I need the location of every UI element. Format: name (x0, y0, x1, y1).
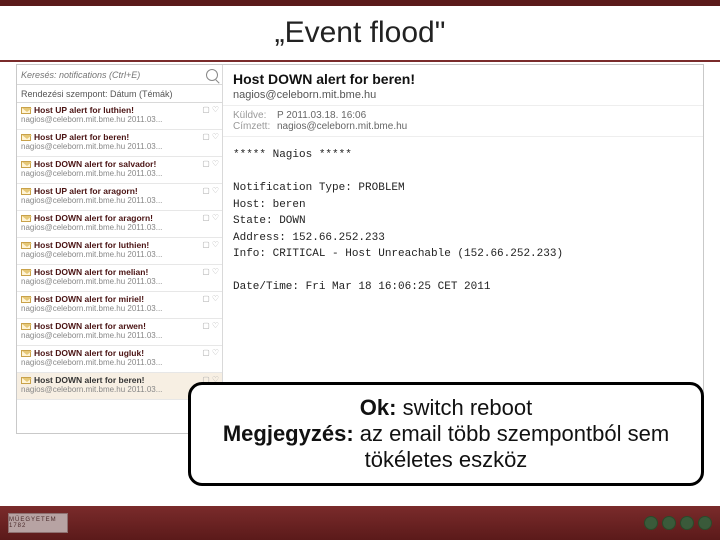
title-bar: „Event flood" (0, 6, 720, 62)
message-subject: Host DOWN alert for beren! (21, 375, 218, 385)
message-subject: Host UP alert for luthien! (21, 105, 218, 115)
message-item[interactable]: Host DOWN alert for miriel!nagios@celebo… (17, 292, 222, 319)
flag-icon[interactable]: ▢ (202, 240, 210, 249)
preview-from: nagios@celeborn.mit.bme.hu (233, 89, 693, 101)
category-icon[interactable]: ♡ (212, 186, 219, 195)
message-subject: Host DOWN alert for salvador! (21, 159, 218, 169)
category-icon[interactable]: ♡ (212, 348, 219, 357)
message-subject: Host DOWN alert for miriel! (21, 294, 218, 304)
flag-icon[interactable]: ▢ (202, 294, 210, 303)
message-item[interactable]: Host UP alert for beren!nagios@celeborn.… (17, 130, 222, 157)
message-from: nagios@celeborn.mit.bme.hu 2011.03... (21, 277, 218, 286)
reading-pane: Host DOWN alert for beren! nagios@celebo… (223, 65, 703, 433)
search-input[interactable] (21, 70, 203, 80)
category-icon[interactable]: ♡ (212, 321, 219, 330)
university-logo: MŰEGYETEM 1782 (8, 513, 68, 533)
footer-dot-icon (698, 516, 712, 530)
message-item[interactable]: Host DOWN alert for aragorn!nagios@celeb… (17, 211, 222, 238)
preview-body: ***** Nagios ***** Notification Type: PR… (223, 137, 703, 306)
message-from: nagios@celeborn.mit.bme.hu 2011.03... (21, 142, 218, 151)
message-subject: Host DOWN alert for luthien! (21, 240, 218, 250)
message-list: Host UP alert for luthien!nagios@celebor… (17, 103, 222, 433)
message-from: nagios@celeborn.mit.bme.hu 2011.03... (21, 250, 218, 259)
footer-dot-icon (662, 516, 676, 530)
to-label: Címzett: (233, 121, 277, 132)
envelope-icon (21, 323, 31, 330)
envelope-icon (21, 242, 31, 249)
message-item[interactable]: Host UP alert for luthien!nagios@celebor… (17, 103, 222, 130)
category-icon[interactable]: ♡ (212, 240, 219, 249)
message-subject: Host DOWN alert for aragorn! (21, 213, 218, 223)
search-row (17, 65, 222, 85)
category-icon[interactable]: ♡ (212, 294, 219, 303)
message-from: nagios@celeborn.mit.bme.hu 2011.03... (21, 304, 218, 313)
callout-line-1: Ok: switch reboot (205, 395, 687, 421)
envelope-icon (21, 269, 31, 276)
envelope-icon (21, 377, 31, 384)
message-subject: Host DOWN alert for melian! (21, 267, 218, 277)
to-value: nagios@celeborn.mit.bme.hu (277, 121, 407, 132)
envelope-icon (21, 188, 31, 195)
envelope-icon (21, 134, 31, 141)
footer-bar: MŰEGYETEM 1782 (0, 506, 720, 540)
callout-line-2: Megjegyzés: az email több szempontból se… (205, 421, 687, 473)
message-from: nagios@celeborn.mit.bme.hu 2011.03... (21, 358, 218, 367)
message-subject: Host UP alert for beren! (21, 132, 218, 142)
annotation-callout: Ok: switch reboot Megjegyzés: az email t… (188, 382, 704, 486)
slide: „Event flood" Rendezési szempont: Dátum … (0, 0, 720, 540)
envelope-icon (21, 161, 31, 168)
category-icon[interactable]: ♡ (212, 159, 219, 168)
sort-label: Rendezési szempont: Dátum (Témák) (21, 89, 173, 99)
flag-icon[interactable]: ▢ (202, 159, 210, 168)
email-client: Rendezési szempont: Dátum (Témák) Host U… (16, 64, 704, 434)
footer-dot-icon (644, 516, 658, 530)
flag-icon[interactable]: ▢ (202, 348, 210, 357)
envelope-icon (21, 350, 31, 357)
flag-icon[interactable]: ▢ (202, 132, 210, 141)
envelope-icon (21, 107, 31, 114)
message-item[interactable]: Host UP alert for aragorn!nagios@celebor… (17, 184, 222, 211)
slide-title: „Event flood" (275, 16, 446, 50)
message-from: nagios@celeborn.mit.bme.hu 2011.03... (21, 169, 218, 178)
message-subject: Host DOWN alert for ugluk! (21, 348, 218, 358)
category-icon[interactable]: ♡ (212, 105, 219, 114)
message-from: nagios@celeborn.mit.bme.hu 2011.03... (21, 331, 218, 340)
message-subject: Host UP alert for aragorn! (21, 186, 218, 196)
message-item[interactable]: Host DOWN alert for melian!nagios@celebo… (17, 265, 222, 292)
search-icon[interactable] (206, 69, 218, 81)
message-from: nagios@celeborn.mit.bme.hu 2011.03... (21, 115, 218, 124)
message-from: nagios@celeborn.mit.bme.hu 2011.03... (21, 223, 218, 232)
message-item[interactable]: Host DOWN alert for arwen!nagios@celebor… (17, 319, 222, 346)
sort-bar[interactable]: Rendezési szempont: Dátum (Témák) (17, 85, 222, 103)
category-icon[interactable]: ♡ (212, 267, 219, 276)
category-icon[interactable]: ♡ (212, 132, 219, 141)
message-list-pane: Rendezési szempont: Dátum (Témák) Host U… (17, 65, 223, 433)
flag-icon[interactable]: ▢ (202, 213, 210, 222)
footer-dot-icon (680, 516, 694, 530)
message-item[interactable]: Host DOWN alert for salvador!nagios@cele… (17, 157, 222, 184)
message-subject: Host DOWN alert for arwen! (21, 321, 218, 331)
envelope-icon (21, 296, 31, 303)
flag-icon[interactable]: ▢ (202, 105, 210, 114)
footer-icons (644, 516, 712, 530)
sent-label: Küldve: (233, 110, 277, 121)
flag-icon[interactable]: ▢ (202, 321, 210, 330)
preview-meta: Küldve:P 2011.03.18. 16:06 Címzett:nagio… (223, 105, 703, 137)
preview-subject: Host DOWN alert for beren! (233, 71, 693, 87)
flag-icon[interactable]: ▢ (202, 186, 210, 195)
message-from: nagios@celeborn.mit.bme.hu 2011.03... (21, 196, 218, 205)
flag-icon[interactable]: ▢ (202, 267, 210, 276)
sent-value: P 2011.03.18. 16:06 (277, 110, 366, 121)
envelope-icon (21, 215, 31, 222)
message-item[interactable]: Host DOWN alert for luthien!nagios@celeb… (17, 238, 222, 265)
preview-header: Host DOWN alert for beren! nagios@celebo… (223, 65, 703, 105)
message-item[interactable]: Host DOWN alert for ugluk!nagios@celebor… (17, 346, 222, 373)
category-icon[interactable]: ♡ (212, 213, 219, 222)
